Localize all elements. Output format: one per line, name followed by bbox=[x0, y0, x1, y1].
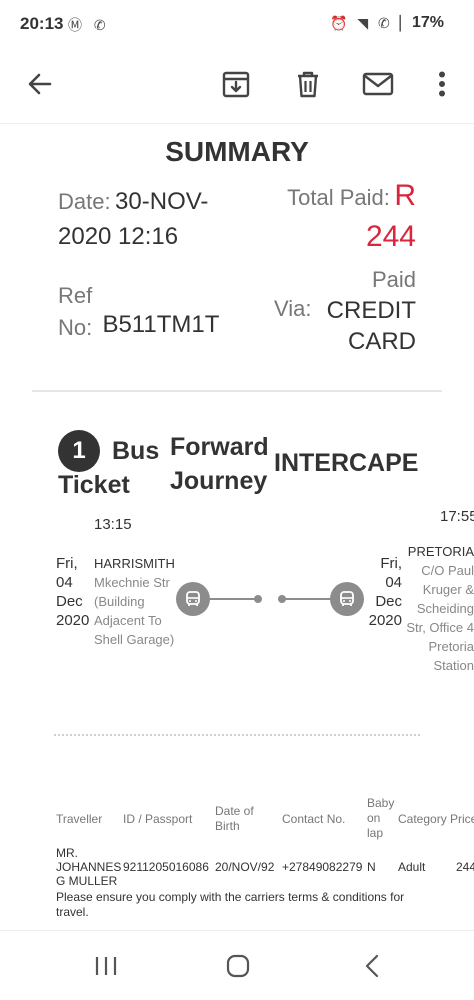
archive-icon bbox=[222, 71, 250, 98]
app-toolbar bbox=[0, 48, 474, 124]
summary-title: SUMMARY bbox=[165, 136, 309, 167]
arrow-left-icon bbox=[28, 73, 52, 95]
departure-city: HARRISMITH bbox=[94, 556, 175, 571]
mail-button[interactable] bbox=[356, 62, 400, 106]
status-time: 20:13 bbox=[20, 14, 64, 33]
route-line-right bbox=[284, 598, 332, 600]
col-id: ID / Passport bbox=[123, 812, 193, 826]
reference-number: Ref No: B511TM1T bbox=[58, 280, 258, 344]
ticket-number-badge: 1 bbox=[58, 430, 100, 472]
via-label: Via: bbox=[274, 296, 312, 321]
departure-address: Mkechnie Str (Building Adjacent To Shell… bbox=[94, 575, 175, 647]
nav-back-button[interactable] bbox=[352, 949, 392, 983]
arrival-city: PRETORIA bbox=[407, 544, 474, 559]
traveller-price: 244 bbox=[456, 860, 474, 874]
departure-stop: HARRISMITH Mkechnie Str (Building Adjace… bbox=[94, 554, 178, 649]
route-dot-left bbox=[254, 595, 262, 603]
col-price: Price bbox=[450, 812, 474, 826]
arrival-date: Fri, 04 Dec 2020 bbox=[368, 555, 402, 629]
route-line-left bbox=[210, 598, 258, 600]
terms-notice: Please ensure you comply with the carrie… bbox=[56, 890, 405, 919]
traveller-name: MR. JOHANNES G MULLER bbox=[56, 846, 122, 888]
traveller-category: Adult bbox=[398, 860, 426, 874]
col-contact: Contact No. bbox=[282, 812, 346, 826]
paid-label: Paid bbox=[371, 267, 416, 292]
traveller-id: 9211205016086 bbox=[123, 860, 209, 874]
ref-value: B511TM1T bbox=[102, 311, 220, 338]
journey-direction: Forward Journey bbox=[170, 433, 269, 495]
system-nav-bar bbox=[0, 930, 474, 1000]
date-label: Date: bbox=[58, 189, 111, 214]
dotted-divider bbox=[54, 734, 420, 736]
ticket-type-line1: Bus bbox=[112, 437, 160, 465]
home-button[interactable] bbox=[218, 949, 258, 983]
ticket-content: SUMMARY Date: 30-NOV-2020 12:16 Total Pa… bbox=[0, 124, 474, 930]
col-dob: Date of Birth bbox=[215, 804, 254, 833]
recent-apps-button[interactable] bbox=[86, 949, 126, 983]
battery-level: 17% bbox=[412, 14, 445, 31]
col-category: Category bbox=[398, 812, 447, 826]
bus-icon bbox=[330, 582, 364, 616]
traveller-contact: +27849082279 bbox=[282, 860, 363, 874]
more-options-button[interactable] bbox=[420, 62, 464, 106]
system-status-icons: ⏰ ◥ ✆ ▏ bbox=[330, 15, 414, 31]
chevron-left-icon bbox=[365, 954, 379, 978]
bus-icon bbox=[176, 582, 210, 616]
col-baby: Baby on lap bbox=[367, 796, 395, 840]
delete-button[interactable] bbox=[286, 62, 330, 106]
mail-icon bbox=[362, 72, 394, 96]
more-vertical-icon bbox=[439, 71, 445, 97]
trash-icon bbox=[298, 71, 318, 98]
archive-button[interactable] bbox=[214, 62, 258, 106]
back-button[interactable] bbox=[18, 62, 62, 106]
home-icon bbox=[226, 954, 250, 978]
ref-label: Ref No: bbox=[58, 283, 93, 340]
col-traveller: Traveller bbox=[56, 812, 103, 826]
status-bar: 20:13 Ⓜ ✆ ⏰ ◥ ✆ ▏ 17% bbox=[0, 0, 474, 48]
notification-icons: Ⓜ ✆ bbox=[68, 17, 110, 33]
total-paid: Total Paid: R 244 bbox=[250, 178, 416, 260]
arrival-stop: PRETORIA C/O Paul Kruger & Scheiding Str… bbox=[404, 542, 474, 675]
booking-date: Date: 30-NOV-2020 12:16 bbox=[58, 186, 248, 256]
traveller-baby: N bbox=[367, 860, 376, 874]
recent-apps-icon bbox=[95, 957, 117, 975]
ticket-type-line2: Ticket bbox=[58, 471, 130, 499]
arrival-address: C/O Paul Kruger & Scheiding Str, Office … bbox=[406, 563, 474, 673]
departure-time: 13:15 bbox=[94, 516, 132, 533]
section-divider bbox=[32, 390, 442, 392]
departure-date: Fri, 04 Dec 2020 bbox=[56, 555, 90, 629]
total-paid-label: Total Paid: bbox=[287, 185, 390, 210]
arrival-time: 17:55 bbox=[440, 508, 474, 525]
carrier-name: INTERCAPE bbox=[274, 449, 419, 477]
traveller-dob: 20/NOV/92 bbox=[215, 860, 275, 874]
route-timeline bbox=[176, 582, 364, 616]
